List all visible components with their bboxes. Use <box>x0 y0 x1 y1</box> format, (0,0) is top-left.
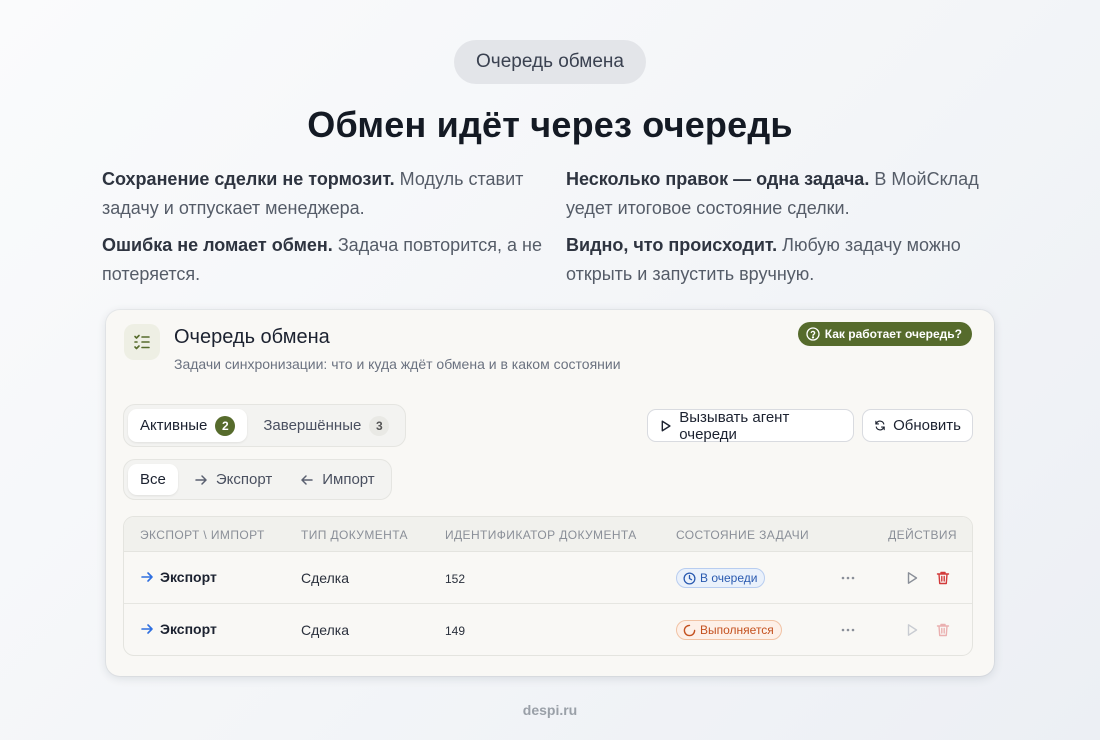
arrow-right-icon <box>141 572 153 582</box>
status-tabs: Активные 2 Завершённые 3 <box>123 404 407 447</box>
col-status: СОСТОЯНИЕ ЗАДАЧИ <box>676 528 810 542</box>
table-row[interactable]: Экспорт Сделка 149 Выполняется <box>124 604 972 655</box>
help-button[interactable]: Как работает очередь? <box>797 322 972 346</box>
queue-card: Очередь обмена Задачи синхронизации: что… <box>106 310 994 676</box>
filter-import[interactable]: Импорт <box>288 464 386 495</box>
tab-label: Активные <box>140 417 208 434</box>
feature-text: Несколько правок — одна задача. В МойСкл… <box>566 169 979 218</box>
page-headline: Обмен идёт через очередь <box>307 104 793 145</box>
checklist-icon <box>124 324 160 360</box>
call-agent-button[interactable]: Вызывать агент очереди <box>647 408 854 443</box>
count-badge: 3 <box>369 415 390 436</box>
trash-icon[interactable] <box>935 570 951 586</box>
call-agent-label: Вызывать агент очереди <box>679 408 790 443</box>
filter-label: Импорт <box>322 471 375 488</box>
play-icon <box>661 420 671 431</box>
section-pill: Очередь обмена <box>454 40 646 84</box>
feature-text: Сохранение сделки не тормозит. Модуль ст… <box>102 169 524 218</box>
doc-type-cell: Сделка <box>301 570 349 586</box>
card-title: Очередь обмена <box>174 326 330 348</box>
arrow-left-icon <box>301 474 313 485</box>
direction-cell: Экспорт <box>140 621 217 637</box>
run-icon[interactable] <box>904 622 920 638</box>
tab-label: Завершённые <box>263 417 362 434</box>
table-row[interactable]: Экспорт Сделка 152 В очереди <box>124 552 972 604</box>
question-circle-icon <box>806 327 820 341</box>
spinner-icon <box>683 624 696 636</box>
doc-id-cell: 152 <box>445 572 466 586</box>
direction-filter: Все Экспорт Импорт <box>123 459 392 500</box>
feature-text: Ошибка не ломает обмен. Задача повторитс… <box>102 235 543 284</box>
table-header: ЭКСПОРТ \ ИМПОРТ ТИП ДОКУМЕНТА ИДЕНТИФИК… <box>124 517 972 552</box>
status-badge: Выполняется <box>676 620 782 640</box>
run-icon[interactable] <box>904 570 920 586</box>
col-actions: ДЕЙСТВИЯ <box>888 528 957 542</box>
more-icon[interactable] <box>841 576 855 580</box>
count-badge: 2 <box>215 415 236 436</box>
status-label: Выполняется <box>700 623 774 637</box>
doc-id-cell: 149 <box>445 624 466 638</box>
filter-label: Все <box>140 471 166 488</box>
col-direction: ЭКСПОРТ \ ИМПОРТ <box>140 528 265 542</box>
clock-icon <box>683 571 696 585</box>
card-subtitle: Задачи синхронизации: что и куда ждёт об… <box>174 356 621 372</box>
direction-label: Экспорт <box>160 569 217 585</box>
col-doc-id: ИДЕНТИФИКАТОР ДОКУМЕНТА <box>445 528 637 542</box>
direction-cell: Экспорт <box>140 569 217 585</box>
trash-icon[interactable] <box>935 622 951 638</box>
refresh-icon <box>875 420 885 431</box>
refresh-label: Обновить <box>893 417 961 434</box>
filter-export[interactable]: Экспорт <box>182 464 284 495</box>
more-icon[interactable] <box>841 628 855 632</box>
tab-active[interactable]: Активные 2 <box>128 409 248 442</box>
filter-label: Экспорт <box>215 471 273 488</box>
arrow-right-icon <box>195 474 207 485</box>
arrow-right-icon <box>141 624 153 634</box>
feature-text: Видно, что происходит. Любую задачу можн… <box>566 235 961 284</box>
refresh-button[interactable]: Обновить <box>862 409 973 442</box>
footer-domain: despi.ru <box>522 702 578 718</box>
queue-table: ЭКСПОРТ \ ИМПОРТ ТИП ДОКУМЕНТА ИДЕНТИФИК… <box>123 516 973 656</box>
direction-label: Экспорт <box>160 621 217 637</box>
col-doc-type: ТИП ДОКУМЕНТА <box>301 528 408 542</box>
tab-completed[interactable]: Завершённые 3 <box>251 409 401 442</box>
filter-all[interactable]: Все <box>128 464 178 495</box>
doc-type-cell: Сделка <box>301 622 349 638</box>
help-button-label: Как работает очередь? <box>824 327 962 341</box>
status-label: В очереди <box>700 571 758 585</box>
status-badge: В очереди <box>676 568 766 588</box>
